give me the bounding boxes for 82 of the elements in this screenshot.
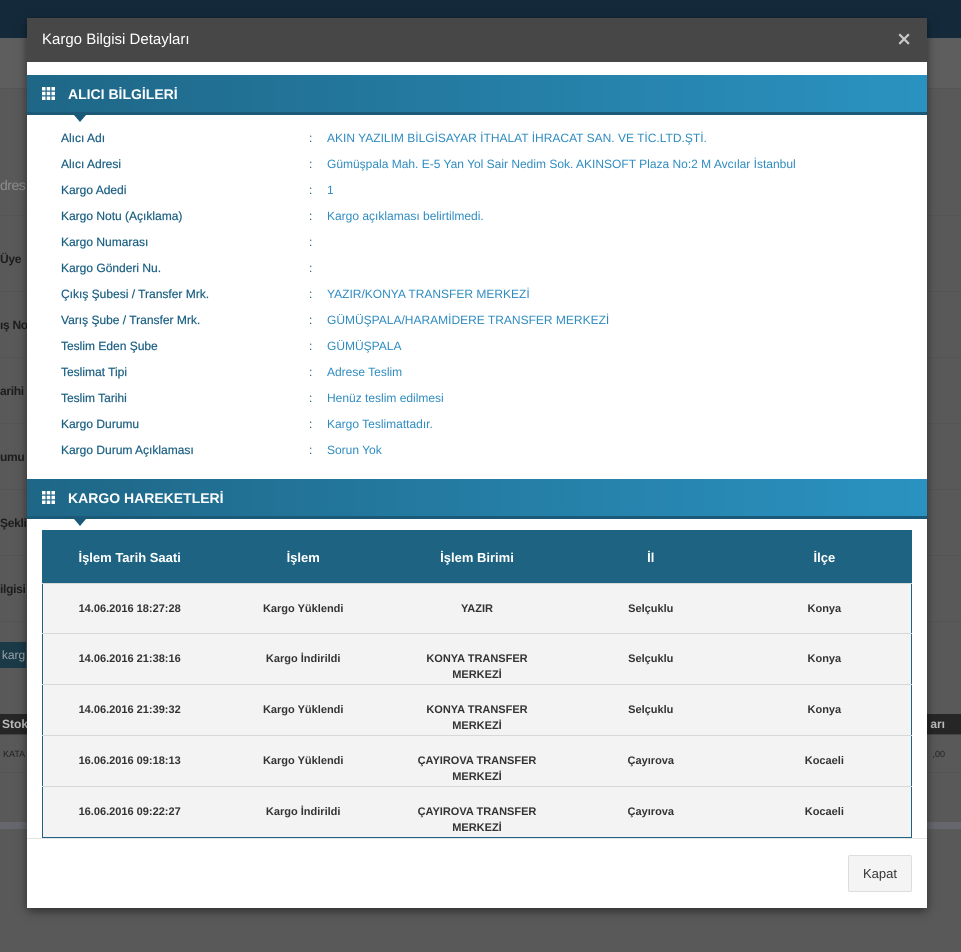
column-header: İşlem [216,530,390,584]
field-label: Kargo Durum Açıklaması [61,443,195,457]
table-cell: 14.06.2016 21:38:16 [42,634,216,684]
field-label: Üye [0,252,22,266]
table-cell: Çayırova [564,786,738,838]
table-cell: 14.06.2016 18:27:28 [42,584,216,634]
colon-separator: : [309,417,314,431]
table-cell: Selçuklu [564,584,738,634]
field-label: Şekli [0,516,27,530]
field-label: ış No [0,318,27,332]
field-label: Teslimat Tipi [61,365,128,379]
field-label: Kargo Durumu [61,417,140,431]
table-cell: Kargo İndirildi [216,634,390,684]
table-cell: Kargo İndirildi [216,786,390,838]
cargo-button[interactable]: karg [0,642,26,668]
field-value: GÜMÜŞPALA [327,339,402,353]
close-button[interactable]: Kapat [848,855,912,892]
colon-separator: : [309,131,314,145]
colon-separator: : [309,157,314,171]
field-value: Sorun Yok [327,443,383,457]
field-label: Alıcı Adı [61,131,106,145]
field-label: Alıcı Adresi [61,157,122,171]
table-cell: 16.06.2016 09:22:27 [42,786,216,838]
colon-separator: : [309,235,314,249]
field-label: umu [0,450,26,464]
field-value: Gümüşpala Mah. E-5 Yan Yol Sair Nedim Sok. AKINSOFT Plaza No:2 M Avcılar İstanbul [327,157,797,171]
field-value: YAZIR/KONYA TRANSFER MERKEZİ [327,287,531,301]
field-label: Kargo Adedi [61,183,128,197]
table-cell: KONYA TRANSFER MERKEZİ [390,684,564,736]
table-cell: Konya [738,584,912,634]
table-cell: Kargo Yüklendi [216,684,390,736]
column-header: İl [564,530,738,584]
colon-separator: : [309,313,314,327]
field-value: GÜMÜŞPALA/HARAMİDERE TRANSFER MERKEZİ [327,313,610,327]
table-cell: ÇAYIROVA TRANSFER MERKEZİ [390,736,564,786]
table-cell: 16.06.2016 09:18:13 [42,736,216,786]
field-value: Kargo açıklaması belirtilmedi. [327,209,485,223]
field-label: Çıkış Şubesi / Transfer Mrk. [61,287,210,301]
field-value: AKIN YAZILIM BİLGİSAYAR İTHALAT İHRACAT SAN. VE TİC.LTD.ŞTİ. [327,131,708,145]
field-label: Kargo Gönderi Nu. [61,261,162,275]
table-cell: KONYA TRANSFER MERKEZİ [390,634,564,684]
field-label: Kargo Notu (Açıklama) [61,209,184,223]
table-cell: Kargo Yüklendi [216,736,390,786]
colon-separator: : [309,261,314,275]
table-cell: ÇAYIROVA TRANSFER MERKEZİ [390,786,564,838]
column-header: İşlem Birimi [390,530,564,584]
field-label: Kargo Numarası [61,235,150,249]
table-cell: Kocaeli [738,736,912,786]
table-cell: Konya [738,684,912,736]
column-header: arı [930,716,946,733]
table-cell: Kargo Yüklendi [216,584,390,634]
field-value: 1 [327,183,335,197]
colon-separator: : [309,183,314,197]
field-label: Teslim Eden Şube [61,339,159,353]
table-cell: Selçuklu [564,684,738,736]
column-header: İlçe [738,530,912,584]
field-label: arihi [0,384,25,398]
field-label: Varış Şube / Transfer Mrk. [61,313,202,327]
table-cell: Çayırova [564,736,738,786]
table-cell: Konya [738,634,912,684]
column-header: İşlem Tarih Saati [42,530,216,584]
field-label: Teslim Tarihi [61,391,128,405]
section-title: ALICI BİLGİLERİ [68,86,178,102]
dialog-title: Kargo Bilgisi Detayları [42,31,190,48]
table-cell: Selçuklu [564,634,738,684]
section-title: KARGO HAREKETLERİ [68,490,224,506]
grid-icon [42,87,55,100]
colon-separator: : [309,287,314,301]
colon-separator: : [309,443,314,457]
table-cell: 14.06.2016 21:39:32 [42,684,216,736]
colon-separator: : [309,365,314,379]
column-header: Stok [1,716,28,733]
field-value: Kargo Teslimattadır. [327,417,434,431]
table-cell: Kocaeli [738,786,912,838]
table-cell: YAZIR [390,584,564,634]
field-value: Henüz teslim edilmesi [327,391,445,405]
colon-separator: : [309,339,314,353]
field-value: Adrese Teslim [327,365,404,379]
grid-icon [42,491,55,504]
colon-separator: : [309,209,314,223]
colon-separator: : [309,391,314,405]
field-label: ilgisi [0,582,27,596]
